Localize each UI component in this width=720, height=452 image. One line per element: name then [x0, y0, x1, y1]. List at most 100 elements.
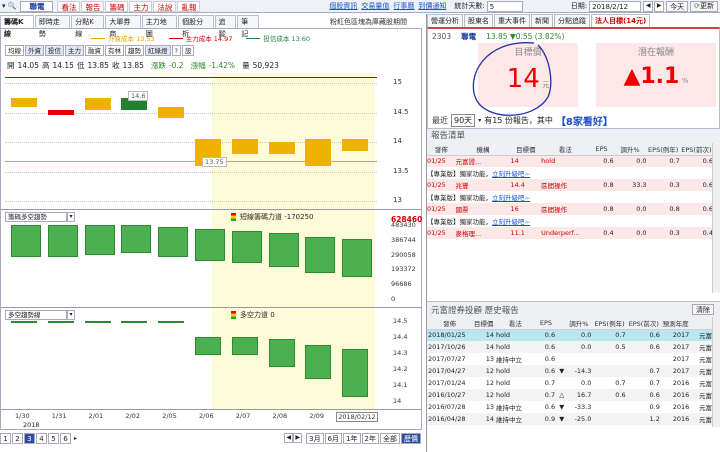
cost-swatch	[91, 37, 105, 39]
range-button[interactable]: 1年	[343, 432, 361, 444]
history-row[interactable]: 2017/10/26 14 hold 0.6 0.0 0.5 0.6 2017 元富	[427, 341, 713, 353]
toolbar-button[interactable]: 主力	[129, 0, 153, 12]
upgrade-link[interactable]: 立刻升級吧~	[492, 218, 530, 226]
left-tab[interactable]: 追蹤	[214, 14, 237, 38]
date-input[interactable]: 2018/2/12	[589, 0, 642, 12]
page-button[interactable]: 2	[12, 432, 23, 444]
report-row[interactable]: 01/25 國票 16 區間操作 0.8 0.0 0.8 0.6	[427, 203, 713, 215]
bottom-bar: 1 2 3 4 5 6 ▸ ◀ ▶ 3月 6月 1年 2年 全部 歷價	[0, 431, 422, 445]
upgrade-link[interactable]: 立刻升級吧~	[492, 194, 530, 202]
page-button[interactable]: 1	[0, 432, 11, 444]
panel3-select[interactable]: 多空趨勢線 ▾	[5, 310, 75, 320]
toolbar-button[interactable]: 法說	[153, 0, 177, 12]
left-tab[interactable]: 主力地圖	[141, 14, 178, 38]
report-row[interactable]: 01/25 元富證... 14 hold 0.6 0.0 0.7 0.6	[427, 155, 713, 167]
indicator-button[interactable]: 投信	[45, 45, 64, 56]
indicator-button[interactable]: 紅綠燈	[145, 45, 171, 56]
toolbar-button[interactable]: 亂報	[177, 0, 201, 12]
cost-legend-item: 主力成本 14.97	[168, 33, 232, 43]
range-button[interactable]: 2年	[361, 432, 379, 444]
page-button[interactable]: 3	[24, 432, 35, 444]
prev-day-button[interactable]: ◀	[643, 0, 654, 12]
promo-row: 【專業版】獨家功能，立刻升級吧~	[427, 215, 713, 227]
indicator-button[interactable]: 有林	[105, 45, 124, 56]
toolbar-button[interactable]: 看法	[57, 0, 81, 12]
next-day-button[interactable]: ▶	[654, 0, 665, 12]
right-tab[interactable]: 股東名	[464, 14, 493, 27]
left-tab[interactable]: 即時走勢	[34, 14, 71, 38]
indicator-button[interactable]: 主力	[65, 45, 84, 56]
toolbar-link[interactable]: 個股資訊	[329, 1, 357, 11]
period-select[interactable]: 90天	[451, 114, 476, 127]
report-row[interactable]: 01/25 兆豐 14.4 區間操作 0.8 33.3 0.3 0.6	[427, 179, 713, 191]
left-tab[interactable]: 籌碼K線	[0, 14, 34, 38]
stock-name-field[interactable]: 聯電	[20, 0, 54, 12]
history-cell: 0.7	[615, 331, 626, 340]
indicator-button[interactable]: 外資	[25, 45, 44, 56]
stock-search-icon[interactable]: ▾ 🔍	[2, 2, 16, 10]
history-scrollbar[interactable]	[712, 317, 720, 427]
right-tab[interactable]: 新聞	[531, 14, 553, 27]
upside-box: 潛在報酬 ▲1.1 %	[596, 43, 716, 107]
today-button[interactable]: 今天	[666, 0, 689, 12]
high-label: 高	[41, 61, 50, 70]
toolbar-button[interactable]: 籌碼	[105, 0, 129, 12]
indicator-button[interactable]: 均線	[5, 45, 24, 56]
report-row[interactable]: 01/25 麥格理... 11.1 Underperf... 0.4 0.0 0.3 0.4	[427, 227, 713, 239]
scroll-left-button[interactable]: ◀	[284, 433, 294, 443]
toolbar-button[interactable]: 報告	[81, 0, 105, 12]
history-cell	[565, 353, 592, 365]
chevron-down-icon[interactable]: ▾	[478, 117, 481, 124]
history-row[interactable]: 2018/01/25 14 hold 0.6 0.0 0.7 0.6 2017 元富	[427, 329, 713, 341]
range-button[interactable]: 歷價	[401, 432, 421, 444]
right-tab[interactable]: 法人目標(14元)	[591, 14, 651, 27]
panel2-title: 短線籌碼力道 -170250	[231, 212, 313, 222]
right-tab-bar: 營運分析 股東名 重大事件 新聞 分點追蹤 法人目標(14元)	[427, 14, 720, 27]
indicator-button[interactable]: 趨勢	[125, 45, 144, 56]
trend-bar	[121, 321, 148, 323]
left-tab[interactable]: 個股分析	[178, 14, 214, 38]
left-tab[interactable]: 分點K線	[71, 14, 105, 38]
left-tab[interactable]: 筆記	[237, 14, 259, 38]
report-cell: 國票	[455, 206, 469, 214]
page-button[interactable]: 5	[48, 432, 59, 444]
clear-button[interactable]: 清除	[692, 304, 714, 315]
history-row[interactable]: 2017/07/27 13 維持中立 0.6 2017 元富	[427, 353, 713, 365]
history-row[interactable]: 2017/01/24 12 hold 0.7 0.0 0.7 0.7 2016 元富	[427, 377, 713, 389]
history-row[interactable]: 2017/04/27 12 hold 0.6 ▼ -14.3 0.7 2017 元富	[427, 365, 713, 377]
right-tab[interactable]: 重大事件	[494, 14, 530, 27]
page-button[interactable]: 6	[60, 432, 71, 444]
history-header-cell: EPS(例年)	[592, 317, 627, 330]
right-tab[interactable]: 分點追蹤	[554, 14, 590, 27]
indicator-button[interactable]: 設	[181, 45, 195, 56]
upgrade-link[interactable]: 立刻升級吧~	[492, 170, 530, 178]
report-cell: hold	[541, 157, 556, 166]
indicator-buttons: 均線 外資 投信 主力 融資 有林 趨勢 紅綠燈? 設	[5, 45, 195, 56]
history-header-cell: 預測年度	[660, 317, 691, 330]
report-scrollbar[interactable]	[712, 143, 720, 293]
flow-bar	[121, 225, 152, 253]
panel2-select[interactable]: 籌碼多空趨勢 ▾	[5, 212, 75, 222]
history-row[interactable]: 2016/10/27 12 hold 0.7 △ 16.7 0.6 0.6 2016 元富	[427, 389, 713, 401]
toolbar-link[interactable]: 行事曆	[393, 1, 414, 11]
range-button[interactable]: 3月	[306, 432, 324, 444]
refresh-button[interactable]: ⟳ 更新	[690, 0, 718, 12]
toolbar-link[interactable]: 交易量值	[361, 1, 389, 11]
history-row[interactable]: 2016/07/28 13 維持中立 0.6 ▼ -33.3 0.9 2016 元富	[427, 401, 713, 413]
trend-bar	[11, 321, 37, 323]
indicator-button[interactable]: 融資	[85, 45, 104, 56]
range-button[interactable]: 全部	[380, 432, 400, 444]
indicator-button[interactable]: ?	[171, 45, 181, 56]
history-cell: 0.7	[649, 379, 660, 387]
history-cell: 0.5	[615, 343, 626, 351]
left-tab[interactable]: 大單券商	[105, 14, 141, 38]
page-button[interactable]: 4	[36, 432, 47, 444]
annotation-circle	[472, 42, 552, 116]
range-button[interactable]: 6月	[324, 432, 343, 444]
days-select[interactable]: 5	[486, 0, 523, 12]
page-next-icon[interactable]: ▸	[74, 435, 77, 442]
toolbar-link[interactable]: 到價通知	[418, 1, 446, 11]
scroll-right-button[interactable]: ▶	[293, 433, 303, 443]
history-row[interactable]: 2016/04/28 14 維持中立 0.9 ▼ -25.0 1.2 2016 元富	[427, 413, 713, 425]
right-tab[interactable]: 營運分析	[427, 14, 463, 27]
